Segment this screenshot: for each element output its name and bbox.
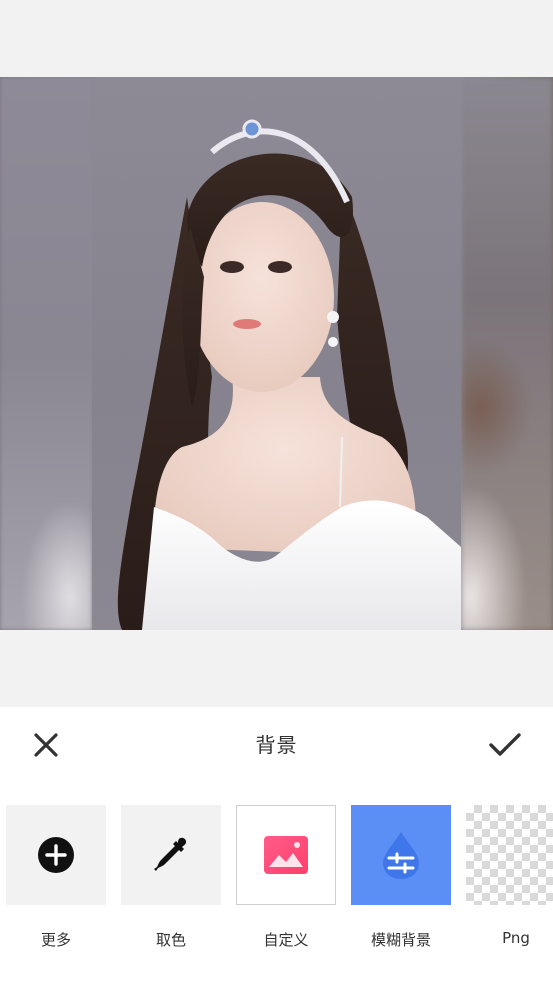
image-icon (264, 836, 308, 874)
canvas-area (0, 0, 553, 707)
option-label: 取色 (155, 931, 186, 949)
plus-circle-icon (38, 837, 74, 873)
photo-preview (0, 77, 553, 630)
option-blur-background-tile[interactable] (351, 805, 451, 905)
portrait-illustration (117, 119, 461, 630)
eyedropper-icon (154, 837, 187, 871)
option-blur-background[interactable]: 模糊背景 (351, 805, 451, 950)
background-panel: 背景 更多 取色 自定义 模糊背景 Png (0, 707, 553, 983)
option-color-picker-tile[interactable] (121, 805, 221, 905)
option-png-tile[interactable] (466, 805, 553, 905)
option-label: 自定义 (263, 931, 309, 949)
option-label: 更多 (40, 931, 71, 949)
option-more[interactable]: 更多 (6, 805, 106, 950)
option-label: Png (502, 929, 530, 947)
option-color-picker[interactable]: 取色 (121, 805, 221, 950)
background-options: 更多 取色 自定义 模糊背景 Png (0, 805, 553, 975)
option-more-tile[interactable] (6, 805, 106, 905)
confirm-button[interactable] (485, 727, 525, 763)
option-custom-tile[interactable] (236, 805, 336, 905)
panel-title: 背景 (255, 733, 298, 757)
panel-header: 背景 (0, 707, 553, 781)
blur-drop-icon (383, 832, 419, 879)
portrait-image (92, 77, 461, 630)
option-label: 模糊背景 (370, 931, 431, 949)
blurred-background-right (461, 77, 553, 630)
option-custom[interactable]: 自定义 (236, 805, 336, 950)
check-icon (489, 733, 521, 756)
option-png[interactable]: Png (466, 805, 553, 947)
blurred-background-left (0, 77, 92, 630)
